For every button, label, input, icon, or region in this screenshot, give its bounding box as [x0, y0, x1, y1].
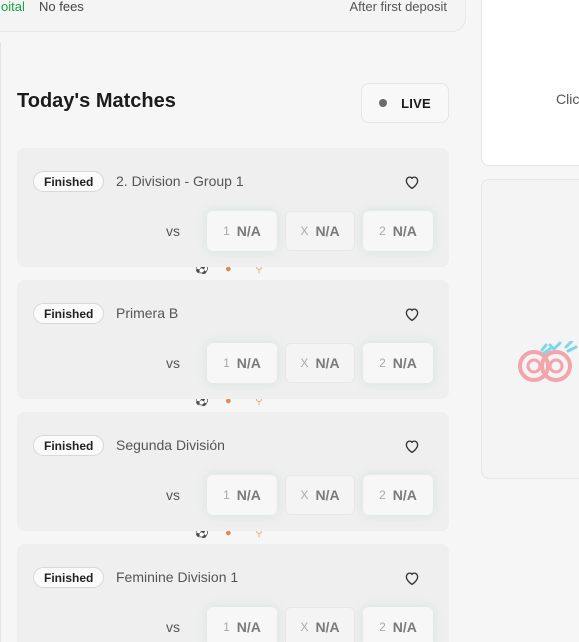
heart-icon[interactable]: [403, 305, 421, 323]
odd-value: N/A: [315, 223, 340, 239]
league-name: 2. Division - Group 1: [116, 173, 244, 189]
odd-key: X: [300, 620, 309, 634]
odd-value: N/A: [236, 355, 261, 371]
odd-home-button[interactable]: 1 N/A: [207, 343, 277, 383]
sport-icons-row: ⚽ ● ⚲: [193, 399, 273, 407]
odd-value: N/A: [315, 619, 340, 635]
heart-icon[interactable]: [403, 569, 421, 587]
league-name: Segunda División: [116, 437, 225, 453]
page-title: Today's Matches: [17, 90, 176, 112]
heart-icon[interactable]: [403, 437, 421, 455]
sport-icons-row: ⚽ ● ⚲: [193, 267, 273, 275]
odd-home-button[interactable]: 1 N/A: [207, 475, 277, 515]
odd-draw-button[interactable]: X N/A: [285, 211, 355, 251]
live-label: LIVE: [401, 95, 431, 111]
odd-value: N/A: [392, 487, 417, 503]
vs-label: vs: [166, 223, 180, 239]
league-name: Primera B: [116, 305, 179, 321]
odd-key: X: [300, 224, 309, 238]
heart-icon[interactable]: [403, 173, 421, 191]
odd-value: N/A: [315, 355, 340, 371]
soccer-ball-icon: ⚽: [195, 399, 209, 407]
status-badge: Finished: [33, 171, 105, 192]
odd-key: 2: [379, 356, 386, 370]
tennis-racket-icon: ⚲: [255, 531, 264, 539]
page: oital No fees After first deposit Today'…: [0, 0, 579, 642]
odd-key: 2: [379, 224, 386, 238]
odd-key: 1: [223, 488, 230, 502]
match-card[interactable]: Finished Segunda División vs 1 N/A X N/A…: [17, 412, 449, 531]
live-filter-button[interactable]: LIVE: [361, 83, 449, 123]
odd-home-button[interactable]: 1 N/A: [207, 607, 277, 642]
odd-draw-button[interactable]: X N/A: [285, 475, 355, 515]
basketball-icon: ●: [225, 267, 232, 275]
status-badge: Finished: [33, 567, 105, 588]
odd-key: X: [300, 356, 309, 370]
basketball-icon: ●: [225, 531, 232, 539]
odd-away-button[interactable]: 2 N/A: [363, 211, 433, 251]
odd-value: N/A: [236, 223, 261, 239]
odd-key: 1: [223, 224, 230, 238]
right-panel-bottom: [481, 179, 579, 479]
odd-draw-button[interactable]: X N/A: [285, 607, 355, 642]
odd-value: N/A: [392, 619, 417, 635]
vs-label: vs: [166, 487, 180, 503]
odd-away-button[interactable]: 2 N/A: [363, 475, 433, 515]
status-badge: Finished: [33, 435, 105, 456]
column-divider: [0, 42, 1, 642]
match-card[interactable]: Finished 2. Division - Group 1 vs 1 N/A …: [17, 148, 449, 267]
odd-away-button[interactable]: 2 N/A: [363, 343, 433, 383]
soccer-ball-icon: ⚽: [195, 267, 209, 275]
odd-key: 1: [223, 620, 230, 634]
basketball-icon: ●: [225, 399, 232, 407]
league-name: Feminine Division 1: [116, 569, 239, 585]
odd-draw-button[interactable]: X N/A: [285, 343, 355, 383]
odd-key: 1: [223, 356, 230, 370]
status-badge: Finished: [33, 303, 105, 324]
odd-value: N/A: [236, 487, 261, 503]
odd-key: 2: [379, 620, 386, 634]
tennis-racket-icon: ⚲: [255, 267, 264, 275]
odd-key: X: [300, 488, 309, 502]
tennis-racket-icon: ⚲: [255, 399, 264, 407]
live-dot-icon: [379, 99, 388, 107]
odd-value: N/A: [315, 487, 340, 503]
odd-value: N/A: [392, 355, 417, 371]
match-card[interactable]: Finished Feminine Division 1 vs 1 N/A X …: [17, 544, 449, 642]
right-panel-cta-text: Clic: [556, 91, 579, 107]
odd-away-button[interactable]: 2 N/A: [363, 607, 433, 642]
vs-label: vs: [166, 619, 180, 635]
odd-value: N/A: [392, 223, 417, 239]
brand-logo-icon: [518, 341, 578, 382]
vs-label: vs: [166, 355, 180, 371]
promo-capital-label: oital: [1, 0, 25, 14]
sport-icons-row: ⚽ ● ⚲: [193, 531, 273, 539]
odd-key: 2: [379, 488, 386, 502]
soccer-ball-icon: ⚽: [195, 531, 209, 539]
odd-value: N/A: [236, 619, 261, 635]
right-panel-top[interactable]: Clic: [481, 0, 579, 166]
match-card[interactable]: Finished Primera B vs 1 N/A X N/A 2 N/A: [17, 280, 449, 399]
promo-deposit-label: After first deposit: [349, 0, 447, 14]
odd-home-button[interactable]: 1 N/A: [207, 211, 277, 251]
promo-strip: oital No fees After first deposit: [0, 0, 466, 32]
promo-fees-label: No fees: [39, 0, 84, 14]
